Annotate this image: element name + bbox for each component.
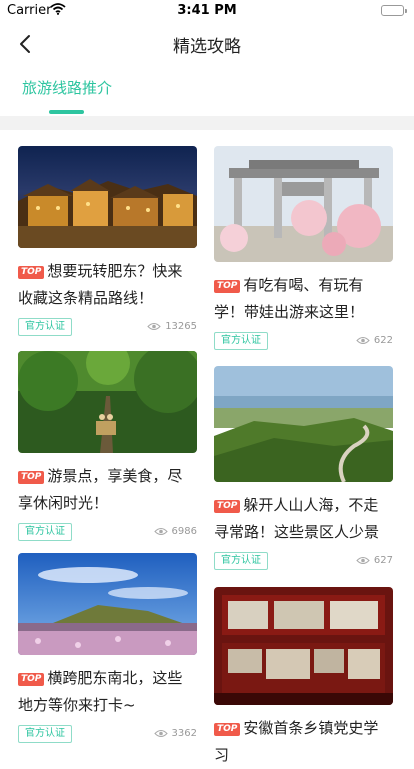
card-title: TOP躲开人山人海，不走寻常路！这些景区人少景美 [214,492,393,546]
status-time: 3:41 PM [177,3,237,18]
battery-icon [381,5,407,16]
eye-icon [153,730,168,737]
tab-travel-routes[interactable]: 旅游线路推介 [22,77,112,98]
guide-card[interactable]: TOP 游景点，享美食，尽享休闲时光！ 官方认证 6986 [18,351,197,545]
view-count-value: 3362 [171,728,197,739]
top-badge: TOP [18,471,45,484]
eye-icon [147,323,161,330]
section-divider [0,116,414,130]
eye-icon [356,337,370,344]
guide-card[interactable]: TOP 想要玩转肥东？快来收藏这条精品路线！ 官方认证 13265 [18,146,197,340]
official-badge: 官方认证 [18,523,72,541]
official-badge: 官方认证 [214,552,268,570]
card-title: TOP 有吃有喝、有玩有学！带娃出游来这里！ [214,272,393,326]
eye-icon [356,557,370,564]
view-count-value: 627 [373,555,393,566]
card-title: TOP 横跨肥东南北，这些地方等你来打卡~ [18,665,197,719]
card-image-forest-railway [18,351,197,453]
card-image-flower-hill [18,553,197,655]
tab-active-indicator [49,110,84,114]
official-badge: 官方认证 [18,318,72,336]
page-title: 精选攻略 [173,37,241,57]
card-image-hill-road [214,366,393,482]
guide-card[interactable]: TOP 横跨肥东南北，这些地方等你来打卡~ 官方认证 3362 [18,553,197,747]
view-count: 13265 [147,321,197,332]
top-badge: TOP [18,266,45,279]
view-count: 3362 [153,728,197,739]
status-bar: Carrier 3:41 PM [0,0,414,22]
card-image-night-town [18,146,197,248]
guide-card[interactable]: TOP 有吃有喝、有玩有学！带娃出游来这里！ 官方认证 622 [214,146,393,354]
card-title: TOP 安徽首条乡镇党史学习 [214,715,393,769]
top-badge: TOP [18,673,45,686]
card-image-history-exhibit [214,587,393,705]
view-count-value: 6986 [171,526,197,537]
top-badge: TOP [214,280,241,293]
card-image-memorial-gate [214,146,393,262]
view-count-value: 622 [373,335,393,346]
eye-icon [153,528,168,535]
view-count-value: 13265 [165,321,197,332]
official-badge: 官方认证 [214,332,268,350]
view-count: 627 [356,555,393,566]
top-badge: TOP [214,723,241,736]
nav-bar: 精选攻略 [0,22,414,66]
official-badge: 官方认证 [18,725,72,743]
tab-bar: 旅游线路推介 [0,66,414,116]
card-title: TOP 想要玩转肥东？快来收藏这条精品路线！ [18,258,197,312]
guide-card[interactable]: TOP 安徽首条乡镇党史学习 [214,587,393,769]
top-badge: TOP [214,500,241,513]
card-title: TOP 游景点，享美食，尽享休闲时光！ [18,463,197,517]
guide-card[interactable]: TOP躲开人山人海，不走寻常路！这些景区人少景美 官方认证 627 [214,366,393,574]
view-count: 622 [356,335,393,346]
view-count: 6986 [153,526,197,537]
